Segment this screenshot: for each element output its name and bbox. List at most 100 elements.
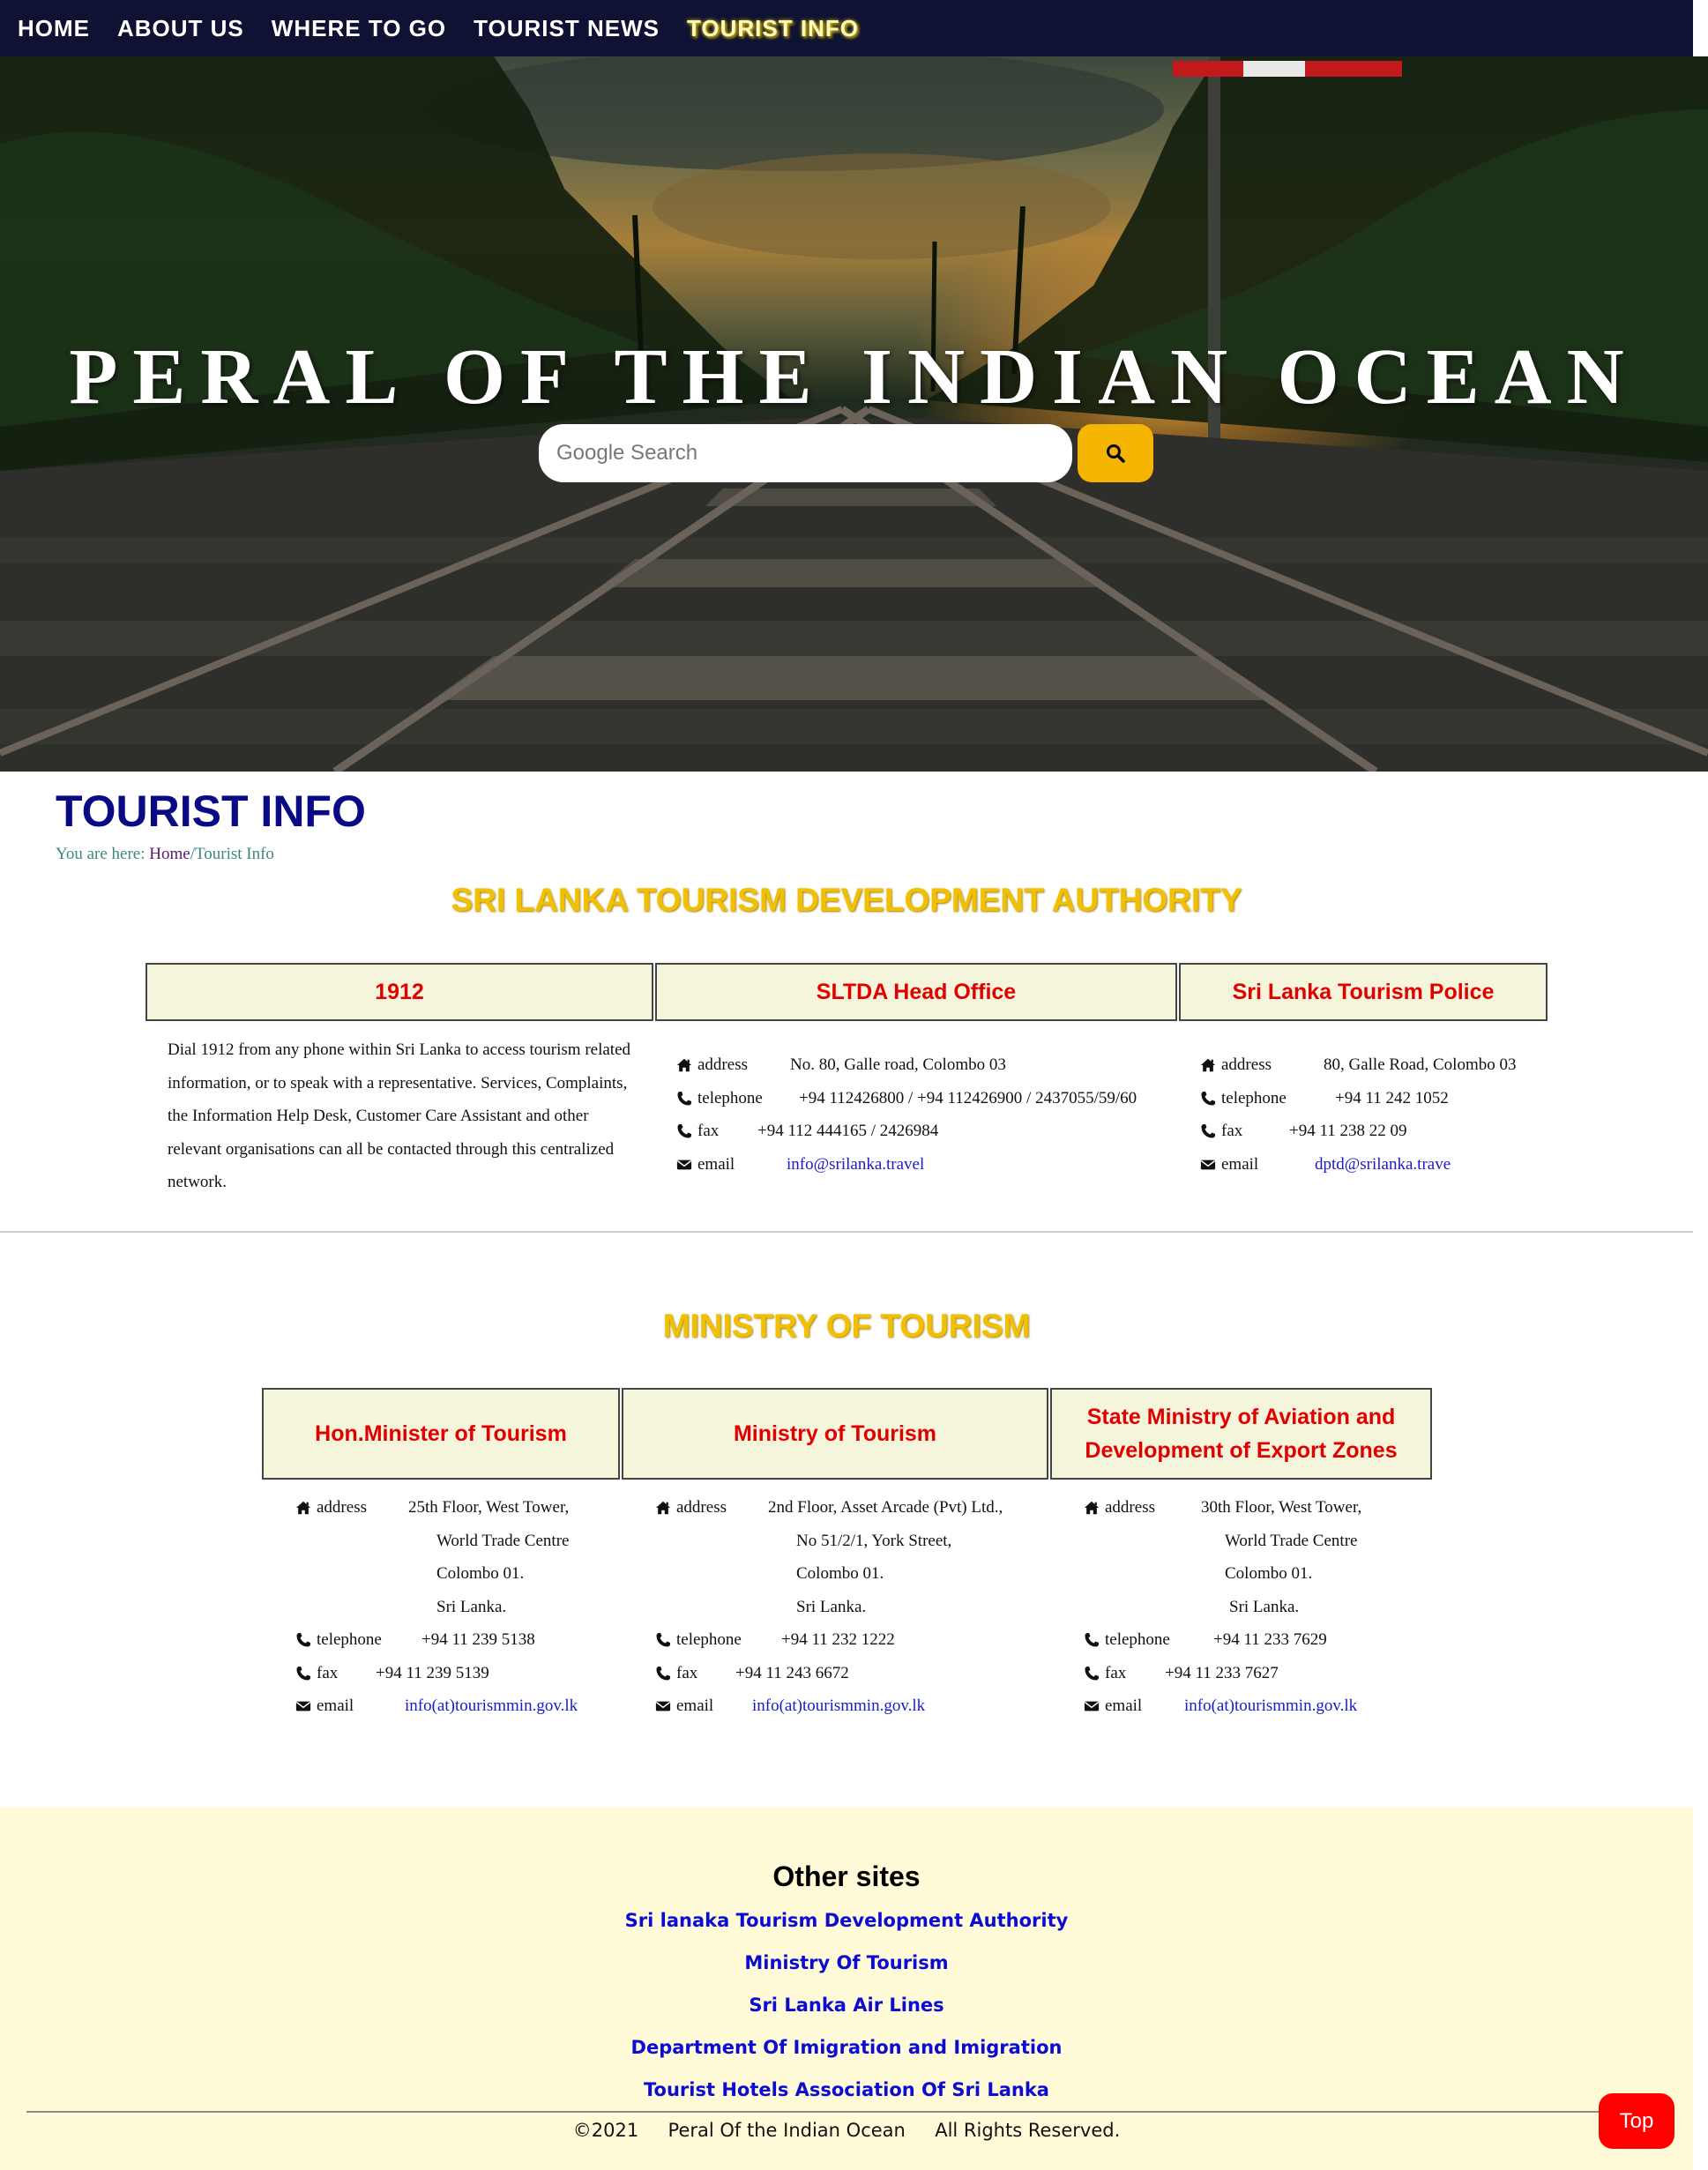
page-title: TOURIST INFO	[56, 787, 366, 836]
section-divider	[0, 1231, 1693, 1233]
home-icon	[655, 1500, 671, 1516]
telephone-value: +94 11 232 1222	[781, 1630, 895, 1649]
fax-value: +94 11 238 22 09	[1289, 1122, 1407, 1140]
footer-link-immigration[interactable]: Department Of Imigration and Imigration	[0, 2037, 1693, 2058]
email-label: email	[1105, 1696, 1143, 1715]
email-link[interactable]: dptd@srilanka.trave	[1315, 1152, 1451, 1177]
phone-icon	[295, 1666, 311, 1682]
address-label: address	[1105, 1498, 1155, 1517]
fax-value: +94 11 239 5139	[376, 1664, 489, 1682]
sltda-head-office-info: address No. 80, Galle road, Colombo 03 te…	[676, 1053, 1179, 1176]
fax-label: fax	[1221, 1122, 1243, 1140]
home-icon	[676, 1057, 692, 1073]
hotline-1912-heading: 1912	[145, 963, 653, 1021]
phone-icon	[676, 1091, 692, 1107]
ministry-of-tourism-heading: Ministry of Tourism	[622, 1388, 1048, 1480]
footer-link-hotels-association[interactable]: Tourist Hotels Association Of Sri Lanka	[0, 2079, 1693, 2100]
nav-home[interactable]: HOME	[18, 15, 90, 42]
fax-label: fax	[1105, 1664, 1127, 1682]
envelope-icon	[1200, 1157, 1216, 1173]
address-line-4: Sri Lanka.	[1229, 1598, 1300, 1616]
telephone-value: +94 11 239 5138	[421, 1630, 535, 1649]
address-line-2: World Trade Centre	[436, 1532, 570, 1550]
hon-minister-heading: Hon.Minister of Tourism	[262, 1388, 620, 1480]
footer-link-airlines[interactable]: Sri Lanka Air Lines	[0, 1995, 1693, 2016]
phone-icon	[676, 1123, 692, 1139]
nav-about-us[interactable]: ABOUT US	[117, 15, 244, 42]
breadcrumb-home-link[interactable]: Home	[149, 845, 190, 863]
email-link[interactable]: info(at)tourismmin.gov.lk	[405, 1694, 578, 1719]
fax-value: +94 11 233 7627	[1165, 1664, 1279, 1682]
top-navigation: HOME ABOUT US WHERE TO GO TOURIST NEWS T…	[0, 0, 1693, 56]
address-line-1: 30th Floor, West Tower,	[1201, 1498, 1362, 1517]
nav-tourist-news[interactable]: TOURIST NEWS	[474, 15, 660, 42]
telephone-label: telephone	[1105, 1630, 1170, 1649]
sltda-section-title: SRI LANKA TOURISM DEVELOPMENT AUTHORITY	[451, 882, 1242, 918]
state-ministry-info: address 30th Floor, West Tower, World Tra…	[1084, 1495, 1428, 1725]
address-value: No. 80, Galle road, Colombo 03	[790, 1055, 1006, 1074]
google-search-input[interactable]	[539, 424, 1072, 482]
breadcrumb-prefix: You are here:	[56, 845, 150, 863]
phone-icon	[1084, 1632, 1100, 1648]
address-line-4: Sri Lanka.	[436, 1598, 507, 1616]
address-label: address	[317, 1498, 367, 1517]
phone-icon	[655, 1666, 671, 1682]
envelope-icon	[655, 1698, 671, 1714]
address-label: address	[676, 1498, 727, 1517]
tourism-police-heading: Sri Lanka Tourism Police	[1179, 963, 1548, 1021]
telephone-value: +94 112426800 / +94 112426900 / 2437055/…	[799, 1089, 1137, 1107]
search-icon	[1107, 444, 1125, 463]
telephone-label: telephone	[317, 1630, 382, 1649]
copyright: ©2021 Peral Of the Indian Ocean All Righ…	[572, 2120, 1121, 2141]
envelope-icon	[295, 1698, 311, 1714]
address-value: 80, Galle Road, Colombo 03	[1324, 1055, 1517, 1074]
fax-value: +94 112 444165 / 2426984	[757, 1122, 939, 1140]
address-line-2: World Trade Centre	[1225, 1532, 1358, 1550]
hotline-1912-description: Dial 1912 from any phone within Sri Lank…	[168, 1040, 631, 1192]
telephone-value: +94 11 233 7629	[1213, 1630, 1327, 1649]
telephone-label: telephone	[697, 1089, 763, 1107]
footer-divider	[26, 2111, 1667, 2113]
phone-icon	[655, 1632, 671, 1648]
other-sites-heading: Other sites	[772, 1861, 921, 1892]
footer-link-ministry[interactable]: Ministry Of Tourism	[0, 1952, 1693, 1973]
fax-value: +94 11 243 6672	[735, 1664, 849, 1682]
address-line-2: No 51/2/1, York Street,	[796, 1532, 952, 1550]
fax-label: fax	[676, 1664, 698, 1682]
search-button[interactable]	[1078, 424, 1153, 482]
hon-minister-info: address 25th Floor, West Tower, World Tra…	[295, 1495, 613, 1725]
email-link[interactable]: info(at)tourismmin.gov.lk	[1184, 1694, 1357, 1719]
address-line-3: Colombo 01.	[1225, 1564, 1313, 1583]
envelope-icon	[1084, 1698, 1100, 1714]
phone-icon	[1200, 1091, 1216, 1107]
email-label: email	[697, 1155, 735, 1174]
nav-tourist-info[interactable]: TOURIST INFO	[687, 15, 859, 42]
email-link[interactable]: info(at)tourismmin.gov.lk	[752, 1694, 925, 1719]
fax-label: fax	[317, 1664, 339, 1682]
ministry-of-tourism-info: address 2nd Floor, Asset Arcade (Pvt) Ltd…	[655, 1495, 1043, 1725]
address-line-4: Sri Lanka.	[796, 1598, 867, 1616]
breadcrumb-current: /Tourist Info	[190, 845, 274, 863]
email-link[interactable]: info@srilanka.travel	[787, 1152, 924, 1177]
hero-title: PERAL OF THE INDIAN OCEAN	[69, 333, 1639, 421]
sltda-head-office-heading: SLTDA Head Office	[655, 963, 1177, 1021]
back-to-top-button[interactable]: Top	[1599, 2093, 1674, 2149]
home-icon	[1200, 1057, 1216, 1073]
breadcrumb: You are here: Home/Tourist Info	[56, 845, 274, 864]
telephone-value: +94 11 242 1052	[1335, 1089, 1449, 1107]
tourism-police-info: address 80, Galle Road, Colombo 03 teleph…	[1200, 1053, 1553, 1176]
address-label: address	[1221, 1055, 1272, 1074]
address-line-3: Colombo 01.	[436, 1564, 525, 1583]
telephone-label: telephone	[1221, 1089, 1287, 1107]
address-line-1: 25th Floor, West Tower,	[408, 1498, 570, 1517]
footer-link-sltda[interactable]: Sri lanaka Tourism Development Authority	[0, 1910, 1693, 1931]
ministry-section-title: MINISTRY OF TOURISM	[662, 1308, 1031, 1344]
home-icon	[295, 1500, 311, 1516]
nav-where-to-go[interactable]: WHERE TO GO	[272, 15, 446, 42]
state-ministry-heading: State Ministry of Aviation and Developme…	[1050, 1388, 1432, 1480]
envelope-icon	[676, 1157, 692, 1173]
telephone-label: telephone	[676, 1630, 742, 1649]
footer: Other sites Sri lanaka Tourism Developme…	[0, 1808, 1693, 2170]
address-line-3: Colombo 01.	[796, 1564, 884, 1583]
phone-icon	[295, 1632, 311, 1648]
